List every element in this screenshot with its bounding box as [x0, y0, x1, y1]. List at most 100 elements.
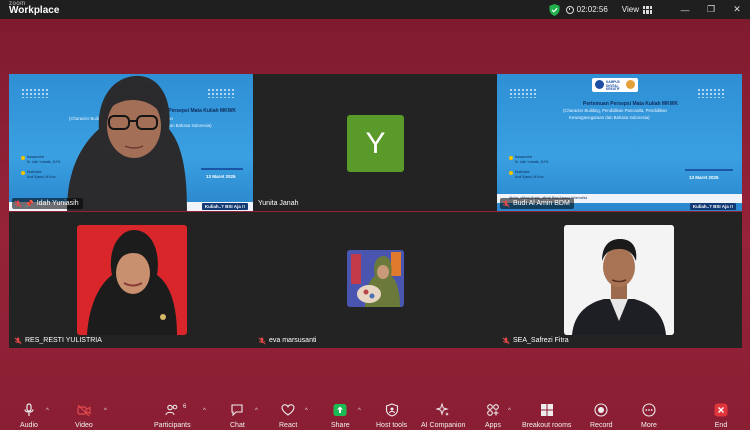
more-button[interactable]: More [641, 403, 657, 429]
mic-muted-icon [502, 199, 510, 208]
view-button[interactable]: View [622, 5, 652, 14]
participant-name-bar: RES_RESTI YULISTRIA [12, 335, 106, 346]
video-tile-budi[interactable]: KAMPUS DIGITAL KREATIF Pertemuan Perseps… [497, 74, 742, 211]
participant-name-bar: Budi Al Amin BDM [500, 198, 574, 209]
slide-title: Pertemuan Persepsi Mata Kuliah MKWK [583, 101, 679, 107]
grid-view-icon [643, 5, 652, 14]
close-window-button[interactable]: ✕ [724, 0, 750, 19]
chat-label: Chat [230, 422, 245, 429]
mic-muted-icon [258, 336, 266, 345]
apps-icon [487, 404, 499, 416]
end-meeting-button[interactable]: End [714, 403, 728, 429]
mic-muted-icon [14, 336, 22, 345]
video-tile-safrezi[interactable]: SEA_Safrezi Fitra [497, 212, 742, 348]
host-tools-label: Host tools [376, 422, 408, 429]
moderator-name: Asril Syarwi, M.Kom [515, 175, 544, 179]
narasumber-label: Narasumber [27, 155, 45, 159]
kampus-logo: KAMPUS DIGITAL KREATIF [592, 78, 638, 92]
audio-label: Audio [20, 422, 38, 429]
share-options-caret[interactable]: ^ [358, 408, 361, 414]
video-options-caret[interactable]: ^ [104, 408, 107, 414]
video-button[interactable]: Video [75, 403, 93, 429]
audio-options-caret[interactable]: ^ [46, 408, 49, 414]
slide-tagline: Kuliah..? BSI Aja !! [689, 203, 736, 210]
share-label: Share [331, 422, 350, 429]
video-tile-idah[interactable]: Pertemuan Persepsi Mata Kuliah MKWK (Cha… [9, 74, 254, 211]
participants-options-caret[interactable]: ^ [203, 408, 206, 414]
slide-date: 13 Maret 2025 [206, 174, 236, 179]
clock-icon [565, 5, 574, 14]
timer-text: 02:02:56 [576, 5, 608, 14]
shared-slide-background: KAMPUS DIGITAL KREATIF Pertemuan Perseps… [497, 74, 742, 211]
video-tile-eva[interactable]: eva marsusanti [253, 212, 497, 348]
participant-name: Yunita Janah [258, 200, 299, 207]
brand-workplace: Workplace [9, 5, 60, 16]
host-tools-button[interactable]: Host tools [376, 403, 407, 429]
participants-icon [165, 404, 178, 416]
slide-tagline: Kuliah..? BSI Aja !! [201, 203, 248, 210]
chat-bubble-icon [231, 404, 243, 417]
participant-name: RES_RESTI YULISTRIA [25, 337, 102, 344]
slide-subtitle-1: (Character Building, Pendidikan Pancasil… [563, 108, 667, 113]
participant-name: Idah Yuniasih [36, 200, 79, 207]
participant-name-bar: 📌 Idah Yuniasih [12, 198, 83, 209]
chat-options-caret[interactable]: ^ [255, 408, 258, 414]
participant-video-idah [67, 75, 187, 211]
apps-options-caret[interactable]: ^ [508, 408, 511, 414]
participant-name: Budi Al Amin BDM [513, 200, 570, 207]
participant-name: SEA_Safrezi Fitra [513, 337, 569, 344]
apps-button[interactable]: Apps [485, 403, 501, 429]
apps-label: Apps [485, 422, 501, 429]
end-call-icon [714, 403, 728, 417]
more-options-icon [642, 403, 656, 417]
restore-button[interactable]: ❐ [698, 0, 724, 19]
audio-button[interactable]: Audio [20, 403, 38, 429]
record-icon [594, 403, 608, 417]
breakout-rooms-button[interactable]: Breakout rooms [522, 403, 571, 429]
shield-check-icon[interactable] [549, 3, 560, 16]
ai-companion-button[interactable]: AI Companion [421, 403, 465, 429]
mic-muted-icon [502, 336, 510, 345]
react-label: React [279, 422, 298, 429]
ai-companion-label: AI Companion [421, 422, 466, 429]
participant-name-bar: SEA_Safrezi Fitra [500, 335, 573, 346]
pin-icon: 📌 [25, 200, 34, 208]
participants-label: Participants [154, 422, 191, 429]
participant-name-bar: Yunita Janah [256, 198, 302, 209]
narasumber-name: Dr. Idah Yuniasih, M.Pd [515, 160, 549, 164]
minimize-button[interactable]: — [672, 0, 698, 19]
participant-name: eva marsusanti [269, 337, 317, 344]
react-options-caret[interactable]: ^ [305, 408, 308, 414]
video-camera-off-icon [77, 404, 91, 417]
share-screen-icon [333, 404, 347, 416]
avatar: Y [347, 115, 404, 172]
moderator-label: Moderator [27, 170, 42, 174]
heart-icon [281, 404, 295, 416]
record-button[interactable]: Record [590, 403, 613, 429]
chat-button[interactable]: Chat [230, 403, 245, 429]
slide-subtitle-2: Kewarganegaraan dan Bahasa Indonesia) [569, 115, 650, 120]
participant-photo-eva [347, 250, 404, 307]
title-bar: zoom Workplace 02:02:56 View — ❐ ✕ [0, 0, 750, 19]
slide-date: 13 Maret 2025 [689, 175, 719, 180]
host-shield-icon [385, 403, 398, 417]
meeting-timer: 02:02:56 [565, 5, 608, 14]
logo-text: KAMPUS DIGITAL KREATIF [606, 80, 620, 92]
video-tile-resti[interactable]: RES_RESTI YULISTRIA [9, 212, 254, 348]
breakout-rooms-icon [540, 404, 553, 416]
meeting-toolbar: Audio ^ Video ^ Participants 6 ^ Chat ^ … [0, 397, 750, 430]
microphone-icon [24, 403, 34, 416]
zoom-workplace-logo: zoom Workplace [9, 0, 59, 16]
participants-count: 6 [183, 404, 187, 410]
share-button[interactable]: Share [331, 403, 350, 429]
view-label: View [621, 5, 639, 14]
breakout-rooms-label: Breakout rooms [522, 422, 572, 429]
react-button[interactable]: React [279, 403, 297, 429]
video-tile-yunita[interactable]: Y Yunita Janah [253, 74, 497, 211]
more-label: More [641, 422, 657, 429]
participant-photo-safrezi [564, 225, 674, 335]
moderator-label: Moderator [515, 170, 530, 174]
participant-name-bar: eva marsusanti [256, 335, 320, 346]
end-label: End [714, 422, 728, 429]
mic-muted-icon [14, 199, 22, 208]
